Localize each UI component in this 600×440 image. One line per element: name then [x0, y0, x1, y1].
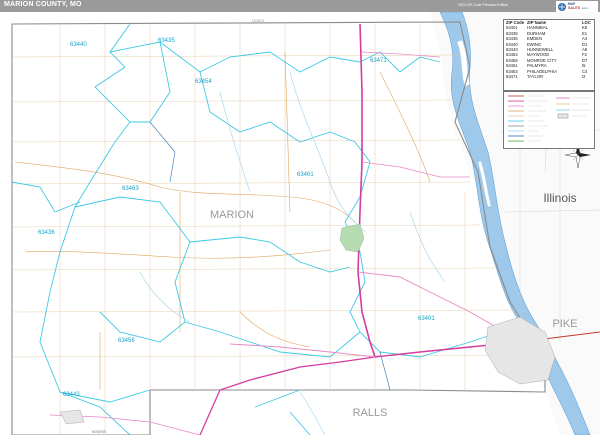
- zip-label-63461: 63461: [297, 172, 314, 178]
- zip-label-63454: 63454: [195, 79, 212, 85]
- map-title: MARION COUNTY, MO: [4, 1, 82, 8]
- map-page: MARION COUNTY, MO 2024 ZIP Code Premium …: [0, 0, 600, 436]
- map-key: [503, 91, 595, 149]
- zip-label-63401: 63401: [418, 316, 435, 322]
- state-label: Illinois: [543, 191, 576, 205]
- map-key-symbols: [508, 95, 590, 142]
- edition-label: 2024 ZIP Code Premium Edition: [458, 3, 509, 7]
- zip-label-63463: 63463: [122, 186, 139, 192]
- road-label: MONROE: [92, 430, 106, 434]
- zip-label-63443: 63443: [63, 392, 80, 398]
- zip-label-63440: 63440: [70, 42, 87, 48]
- legend-row: 63471 TAYLOR I2: [504, 74, 594, 79]
- south-county-label: RALLS: [353, 407, 388, 419]
- zip-legend: ZIP Code ZIP Name LOC 63401 HANNIBAL K8 63…: [503, 19, 595, 91]
- county-label: MARION: [210, 209, 254, 221]
- zip-label-63456: 63456: [118, 338, 135, 344]
- logo-line-3: .com: [581, 6, 588, 10]
- logo-line-2: SALES: [568, 6, 581, 10]
- zip-label-63436: 63436: [38, 230, 55, 236]
- north-county-label: LEWIS: [252, 18, 265, 23]
- legend-zip: 63471: [506, 73, 518, 79]
- legend-loc: I2: [582, 73, 586, 79]
- zip-label-63435: 63435: [158, 38, 175, 44]
- east-county-label: PIKE: [552, 318, 577, 330]
- title-bar: MARION COUNTY, MO 2024 ZIP Code Premium …: [0, 0, 600, 13]
- mapsales-logo: MAP SALES .com: [556, 0, 598, 13]
- zip-label-63471: 63471: [370, 58, 387, 64]
- legend-name: TAYLOR: [527, 73, 544, 79]
